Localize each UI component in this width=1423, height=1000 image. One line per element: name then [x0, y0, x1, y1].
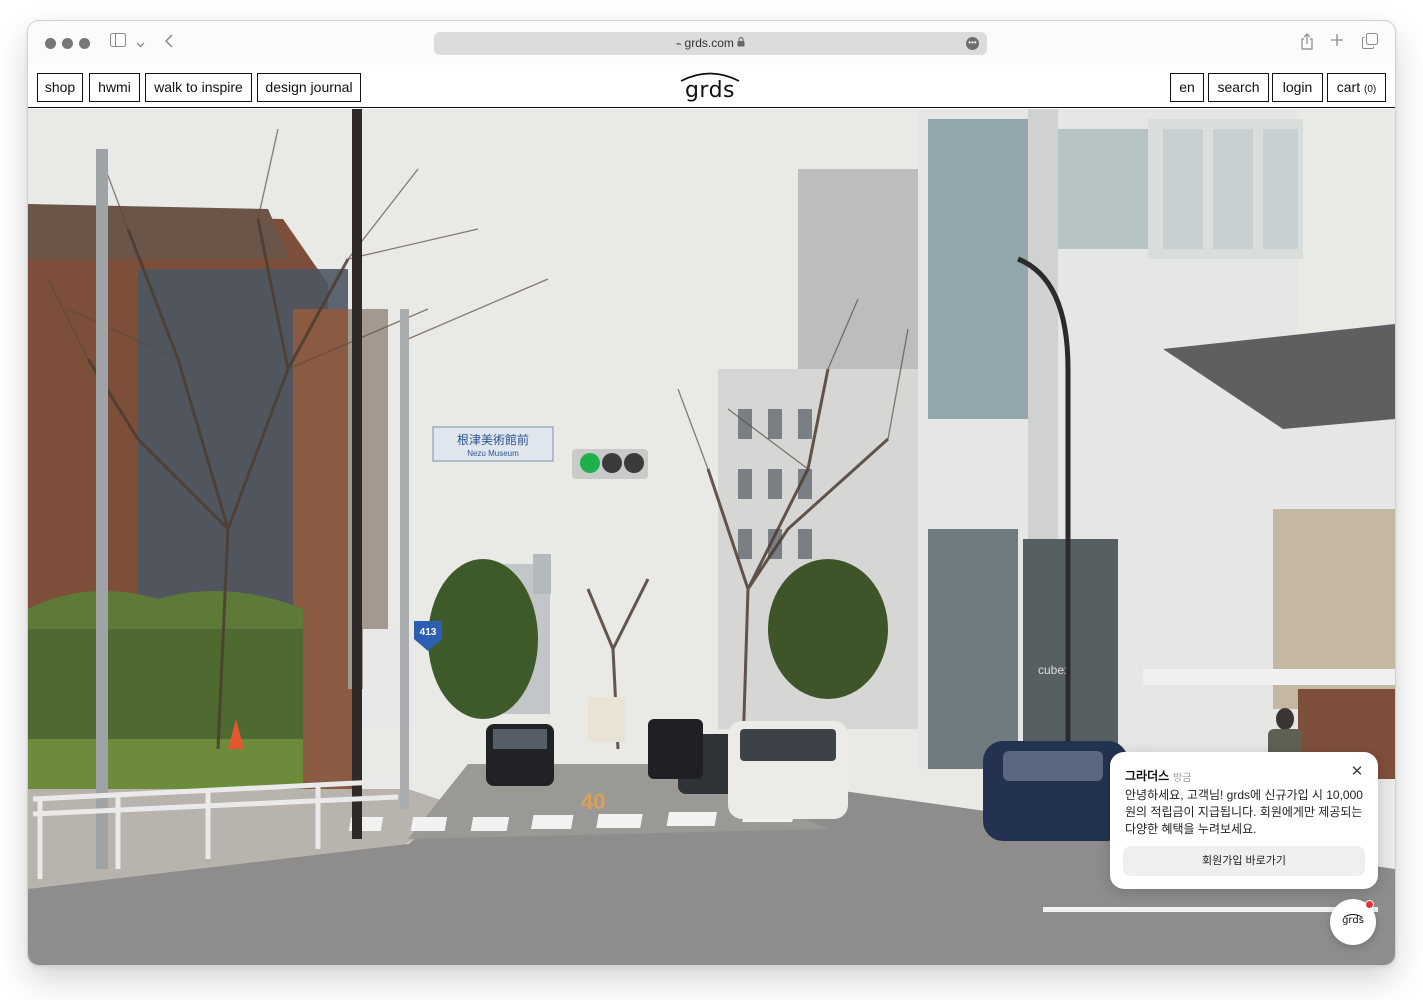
- url-display: ⌁ grds.com: [434, 36, 987, 50]
- nav-hwmi[interactable]: hwmi: [89, 73, 140, 102]
- window-close-button[interactable]: [45, 38, 56, 49]
- login-button[interactable]: login: [1272, 73, 1323, 102]
- nav-walk-to-inspire[interactable]: walk to inspire: [145, 73, 252, 102]
- signup-button[interactable]: 회원가입 바로가기: [1123, 846, 1365, 876]
- site-header: shop hwmi walk to inspire design journal…: [28, 65, 1395, 108]
- url-text: grds.com: [684, 36, 734, 50]
- shop-sign: cubex: [1038, 663, 1070, 677]
- street-sign-text: 根津美術館前: [457, 432, 529, 447]
- popup-timestamp: 방금: [1173, 773, 1192, 784]
- tabs-icon[interactable]: [1362, 33, 1378, 53]
- search-button[interactable]: search: [1208, 73, 1269, 102]
- site-logo[interactable]: grds: [678, 69, 742, 105]
- street-sign-subtext: Nezu Museum: [467, 449, 519, 458]
- road-speed-marking: 40: [581, 789, 605, 814]
- close-icon[interactable]: ✕: [1347, 762, 1367, 782]
- sidebar-icon[interactable]: [110, 33, 126, 51]
- signup-popup: 그라더스 방금 ✕ 안녕하세요, 고객님! grds에 신규가입 시 10,00…: [1110, 752, 1378, 889]
- nav-design-journal[interactable]: design journal: [257, 73, 361, 102]
- new-tab-icon[interactable]: [1330, 33, 1344, 51]
- cart-button[interactable]: cart (0): [1327, 73, 1386, 102]
- browser-toolbar: ⌁ grds.com •••: [28, 21, 1395, 65]
- share-icon[interactable]: [1300, 33, 1314, 54]
- cart-count: (0): [1364, 84, 1377, 95]
- window-minimize-button[interactable]: [62, 38, 73, 49]
- site-settings-icon: ⌁: [675, 39, 685, 50]
- nav-shop[interactable]: shop: [37, 73, 83, 102]
- chevron-down-icon[interactable]: [136, 35, 145, 53]
- road-line: [1043, 907, 1378, 912]
- chat-logo: grds: [1342, 915, 1364, 926]
- language-toggle[interactable]: en: [1170, 73, 1204, 102]
- cart-label: cart: [1336, 79, 1361, 95]
- lock-icon: [737, 36, 745, 50]
- route-sign: 413: [420, 627, 437, 638]
- popup-message: 안녕하세요, 고객님! grds에 신규가입 시 10,000원의 적립금이 지…: [1125, 788, 1363, 836]
- address-bar[interactable]: ⌁ grds.com •••: [434, 32, 987, 55]
- more-icon[interactable]: •••: [966, 37, 979, 50]
- chat-launcher-button[interactable]: grds: [1330, 899, 1376, 945]
- browser-window: ⌁ grds.com ••• shop hwmi walk to inspire…: [28, 21, 1395, 965]
- logo-wordmark: grds: [684, 78, 736, 103]
- window-zoom-button[interactable]: [79, 38, 90, 49]
- back-icon[interactable]: [164, 33, 174, 53]
- notification-dot: [1365, 900, 1374, 909]
- popup-title: 그라더스: [1125, 769, 1170, 783]
